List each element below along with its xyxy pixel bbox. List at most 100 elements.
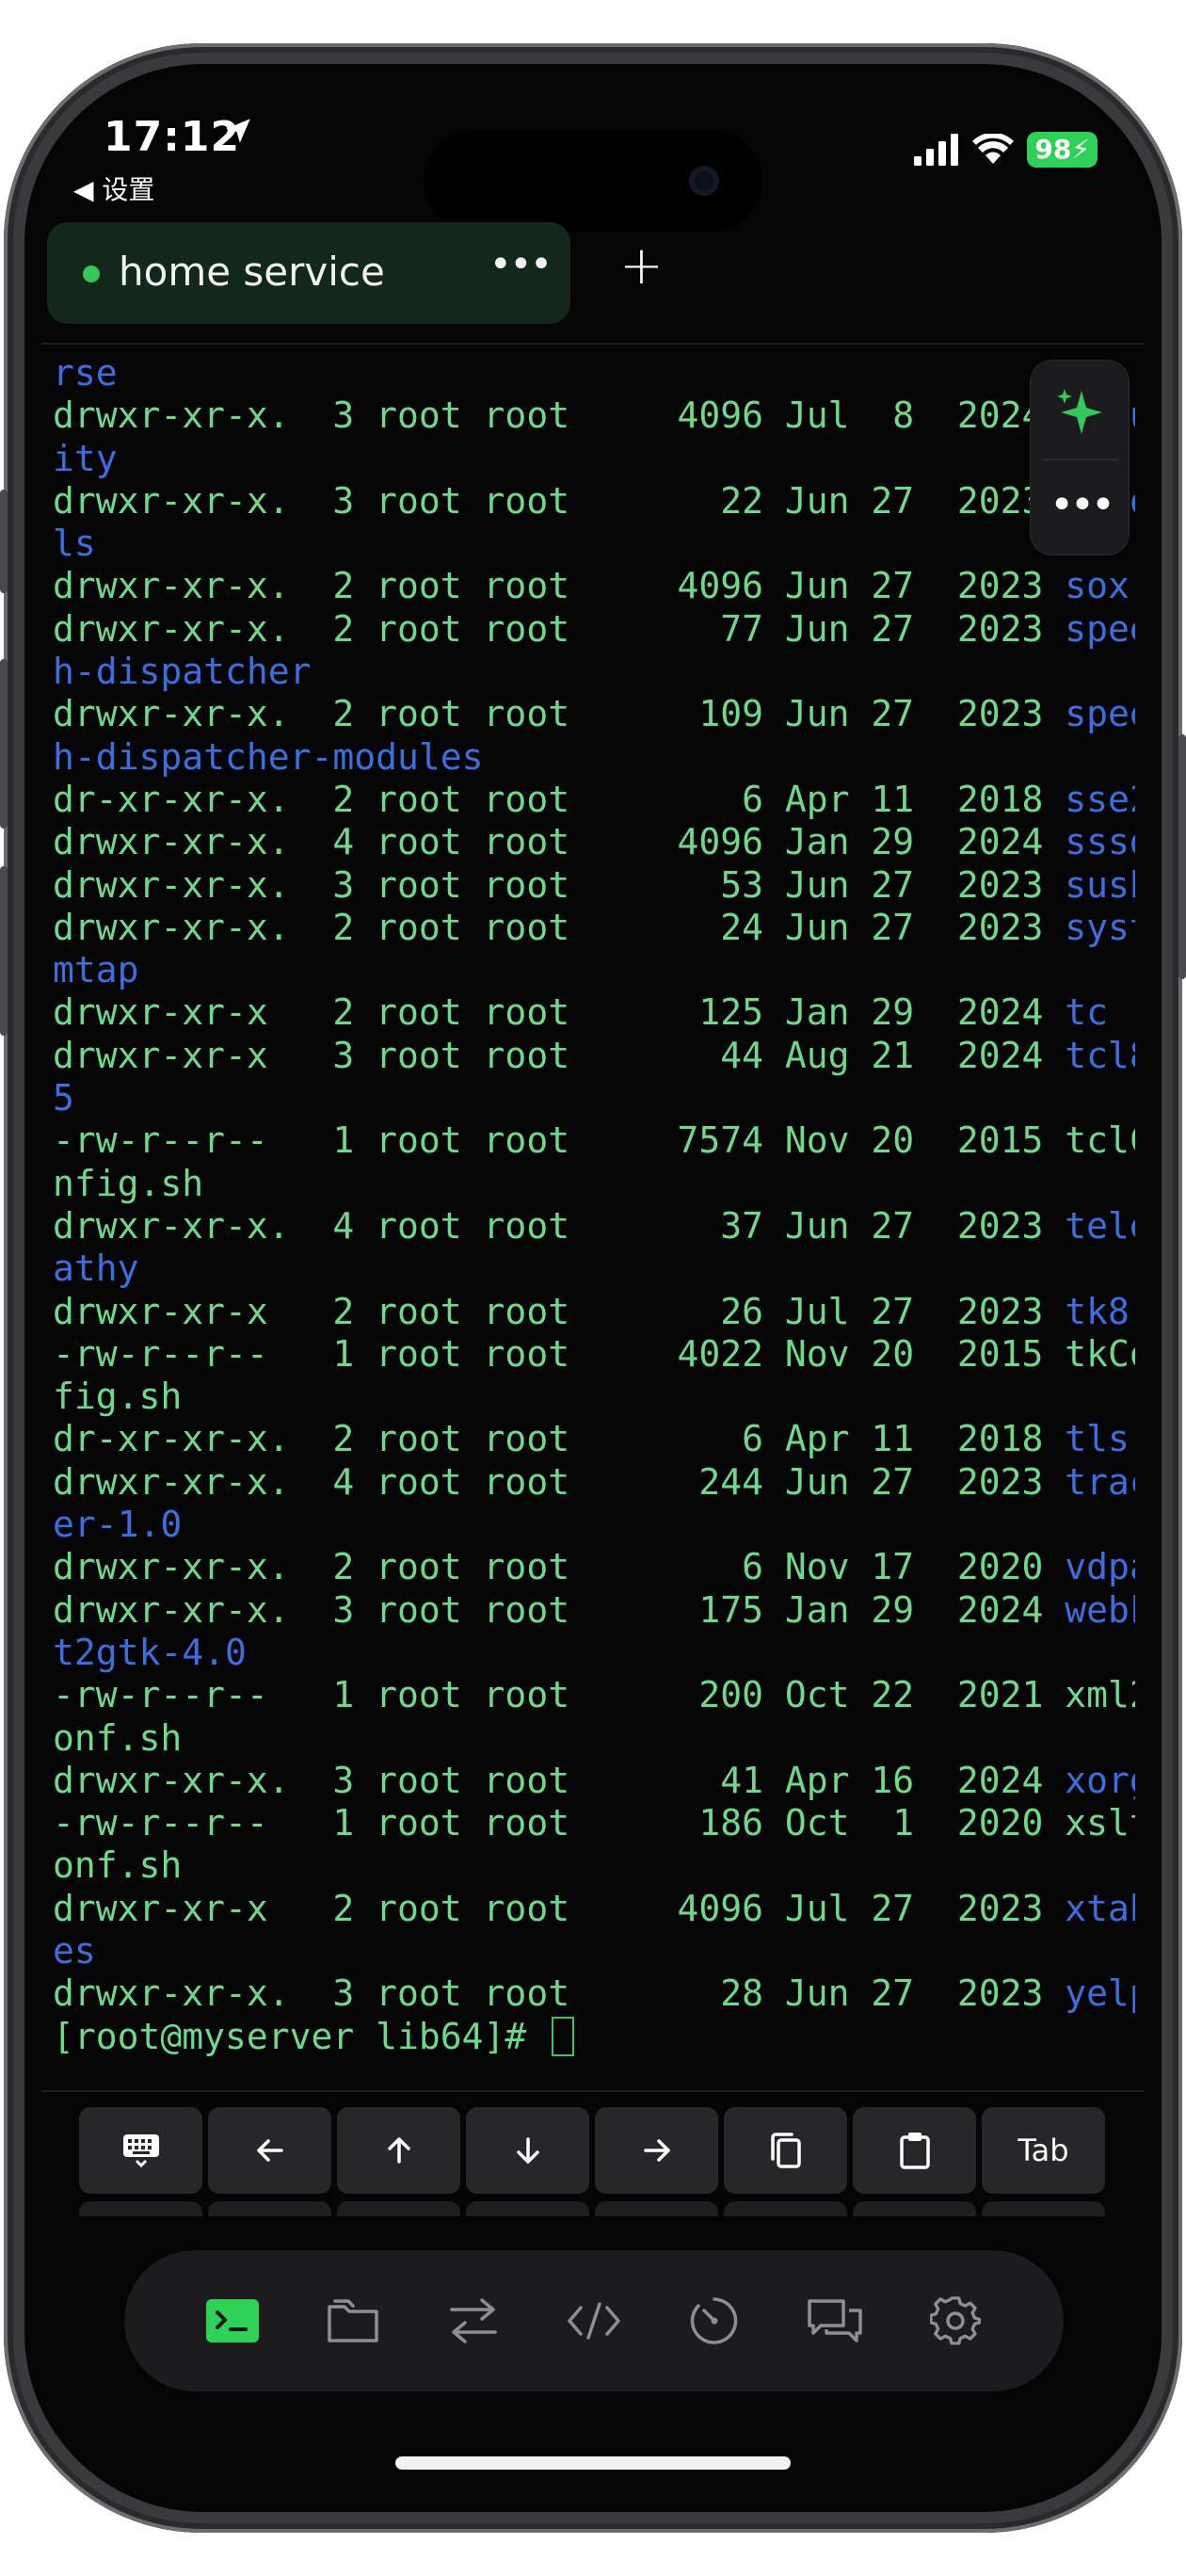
terminal-text: -rw-r--r-- 1 root root 200 Oct 22 2021 x… <box>53 1674 1135 1716</box>
back-to-settings-link[interactable]: ◀ 设置 <box>73 169 154 207</box>
dock-terminal[interactable] <box>198 2286 267 2356</box>
terminal-line: drwxr-xr-x. 4 root root 37 Jun 27 2023 t… <box>53 1205 1135 1248</box>
arrow-left-icon <box>256 2139 283 2162</box>
dock-code[interactable] <box>559 2286 629 2356</box>
terminal-text: drwxr-xr-x. 4 root root 4096 Jan 29 2024 <box>53 821 1066 863</box>
directory-name: es <box>53 1929 96 1972</box>
directory-name: rse <box>53 352 118 394</box>
toolbox-more-button[interactable]: ••• <box>1031 481 1130 529</box>
terminal-line: onf.sh <box>53 1844 1135 1887</box>
terminal-line: rse <box>53 352 1135 394</box>
terminal-line: drwxr-xr-x. 2 root root 24 Jun 27 2023 s… <box>53 907 1135 949</box>
keyboard-toggle-button[interactable] <box>79 2107 202 2194</box>
copy-key[interactable] <box>724 2107 847 2194</box>
arrow-right-key[interactable] <box>595 2107 718 2194</box>
terminal-line: drwxr-xr-x. 2 root root 77 Jun 27 2023 s… <box>53 608 1135 651</box>
arrow-down-icon <box>516 2137 539 2164</box>
code-icon <box>568 2302 620 2340</box>
terminal-line: -rw-r--r-- 1 root root 7574 Nov 20 2015 … <box>53 1119 1135 1162</box>
dock-chat[interactable] <box>800 2286 870 2356</box>
charging-bolt-icon: ⚡ <box>1071 134 1090 165</box>
terminal-line: onf.sh <box>53 1717 1135 1760</box>
terminal-text: drwxr-xr-x. 3 root root 41 Apr 16 2024 <box>53 1759 1066 1801</box>
toolbox-divider <box>1042 459 1119 460</box>
directory-name: speec <box>1065 693 1135 735</box>
terminal-line: -rw-r--r-- 1 root root 4022 Nov 20 2015 … <box>53 1333 1135 1376</box>
tab-key[interactable]: Tab <box>982 2107 1105 2194</box>
cellular-signal-icon <box>914 134 959 166</box>
arrow-up-key[interactable] <box>337 2107 460 2194</box>
terminal-line: t2gtk-4.0 <box>53 1632 1135 1674</box>
hidden-key <box>79 2201 202 2216</box>
wifi-icon <box>972 134 1015 164</box>
keybar-divider <box>41 2090 1145 2092</box>
terminal-line: drwxr-xr-x 2 root root 4096 Jul 27 2023 … <box>53 1888 1135 1930</box>
terminal-line: ls <box>53 523 1135 565</box>
terminal-text: drwxr-xr-x. 2 root root 4096 Jun 27 2023 <box>53 565 1066 607</box>
home-indicator[interactable] <box>395 2456 791 2470</box>
bottom-dock <box>124 2250 1064 2391</box>
status-time: 17:12 <box>104 113 241 161</box>
connection-status-dot <box>83 266 100 282</box>
terminal-text: drwxr-xr-x. 2 root root 77 Jun 27 2023 <box>53 607 1066 650</box>
tab-more-button[interactable]: ••• <box>489 243 553 286</box>
shell-prompt: [root@myserver lib64]# <box>53 2015 549 2057</box>
directory-name: athy <box>53 1248 139 1290</box>
terminal-output[interactable]: rse drwxr-xr-x. 3 root root 4096 Jul 8 20… <box>53 352 1135 2103</box>
dock-settings[interactable] <box>921 2286 990 2356</box>
terminal-line: drwxr-xr-x. 2 root root 4096 Jun 27 2023… <box>53 565 1135 607</box>
terminal-text: dr-xr-xr-x. 2 root root 6 Apr 11 2018 <box>53 1418 1066 1460</box>
arrow-left-key[interactable] <box>208 2107 331 2194</box>
directory-name: 5 <box>53 1077 74 1119</box>
arrow-down-key[interactable] <box>466 2107 589 2194</box>
hidden-key <box>853 2201 976 2216</box>
action-button <box>0 490 8 593</box>
terminal-line: drwxr-xr-x 3 root root 44 Aug 21 2024 tc… <box>53 1035 1135 1077</box>
dock-monitor[interactable] <box>680 2286 749 2356</box>
battery-level: 98 <box>1034 134 1072 165</box>
terminal-text: drwxr-xr-x. 3 root root 22 Jun 27 2023 <box>53 479 1066 522</box>
terminal-line: h-dispatcher-modules <box>53 736 1135 779</box>
terminal-line: drwxr-xr-x. 3 root root 41 Apr 16 2024 x… <box>53 1760 1135 1802</box>
directory-name: tc <box>1065 991 1109 1034</box>
volume-up-button <box>0 659 8 829</box>
arrow-up-icon <box>387 2137 410 2164</box>
ai-sparkle-icon[interactable] <box>1053 385 1108 440</box>
dock-files[interactable] <box>318 2286 388 2356</box>
side-button <box>1178 734 1186 979</box>
directory-name: syste <box>1065 906 1135 948</box>
directory-name: xorg <box>1065 1759 1135 1801</box>
terminal-text: drwxr-xr-x. 2 root root 6 Nov 17 2020 <box>53 1546 1066 1588</box>
directory-name: xtabl <box>1065 1887 1135 1929</box>
terminal-prompt-line[interactable]: [root@myserver lib64]# <box>53 2016 1135 2058</box>
terminal-line: drwxr-xr-x. 2 root root 6 Nov 17 2020 vd… <box>53 1546 1135 1588</box>
terminal-text: -rw-r--r-- 1 root root 186 Oct 1 2020 xs… <box>53 1802 1135 1844</box>
directory-name: tls <box>1065 1418 1130 1460</box>
terminal-text: fig.sh <box>53 1376 183 1418</box>
status-indicators: 98⚡ <box>914 132 1098 168</box>
terminal-line: drwxr-xr-x 2 root root 125 Jan 29 2024 t… <box>53 991 1135 1034</box>
terminal-line: h-dispatcher <box>53 651 1135 693</box>
terminal-text: drwxr-xr-x. 3 root root 175 Jan 29 2024 <box>53 1588 1066 1631</box>
directory-name: t2gtk-4.0 <box>53 1631 247 1673</box>
dock-transfer[interactable] <box>439 2286 508 2356</box>
terminal-text: drwxr-xr-x. 2 root root 109 Jun 27 2023 <box>53 693 1066 735</box>
hidden-key <box>208 2201 331 2216</box>
arrow-right-icon <box>643 2139 670 2162</box>
terminal-text: drwxr-xr-x. 4 root root 37 Jun 27 2023 <box>53 1204 1066 1247</box>
battery-indicator: 98⚡ <box>1027 132 1098 168</box>
hidden-key <box>982 2201 1105 2216</box>
terminal-text: dr-xr-xr-x. 2 root root 6 Apr 11 2018 <box>53 778 1066 820</box>
gauge-icon <box>690 2297 738 2344</box>
terminal-line: fig.sh <box>53 1376 1135 1418</box>
terminal-line: athy <box>53 1248 1135 1290</box>
terminal-cursor <box>552 2016 575 2056</box>
terminal-line: ity <box>53 438 1135 480</box>
add-tab-button[interactable]: + <box>619 235 664 297</box>
terminal-line: drwxr-xr-x 2 root root 26 Jul 27 2023 tk… <box>53 1291 1135 1333</box>
tab-home-service[interactable]: home service ••• <box>47 222 570 324</box>
paste-key[interactable] <box>853 2107 976 2194</box>
chat-bubbles-icon <box>808 2299 862 2343</box>
directory-name: vdpau <box>1065 1546 1135 1588</box>
terminal-line: drwxr-xr-x. 3 root root 53 Jun 27 2023 s… <box>53 864 1135 907</box>
